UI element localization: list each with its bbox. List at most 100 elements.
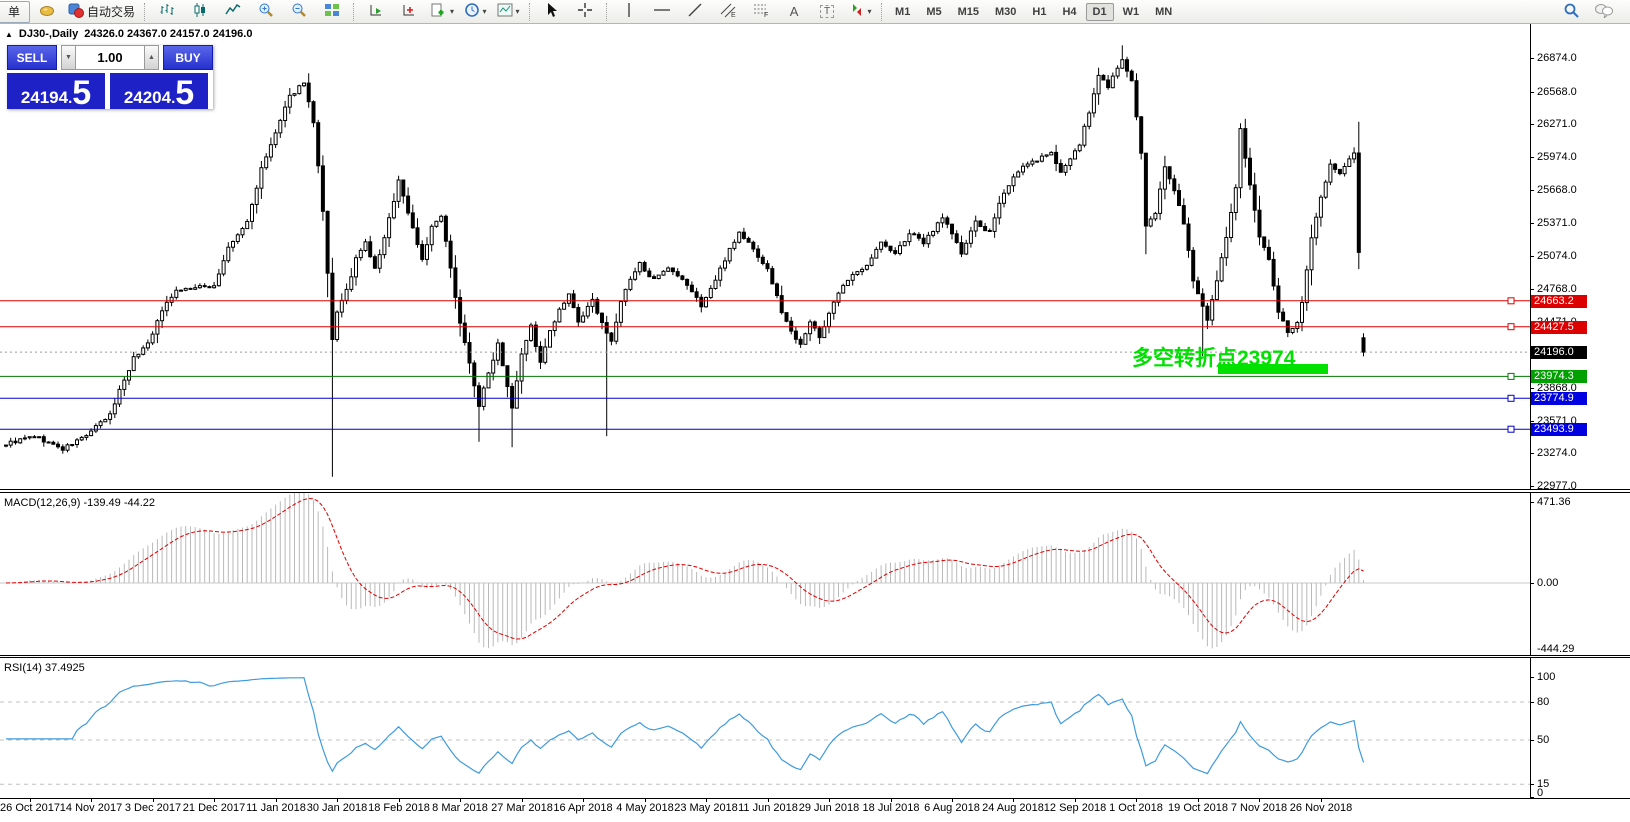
search-button[interactable] — [1555, 1, 1587, 23]
new-order-icon — [430, 2, 447, 21]
date-label: 29 Jun 2018 — [799, 802, 860, 814]
macd-chart[interactable] — [0, 493, 1530, 655]
date-label: 19 Oct 2018 — [1168, 802, 1228, 814]
price-tick-label: 26568.0 — [1537, 87, 1577, 98]
main-chart-pane[interactable]: ▲ DJ30-,Daily 24326.0 24367.0 24157.0 24… — [0, 24, 1630, 490]
price-badge: 24427.5 — [1531, 321, 1587, 334]
chat-button[interactable] — [1588, 1, 1620, 23]
date-label: 8 Mar 2018 — [432, 802, 488, 814]
bar-chart-icon — [159, 2, 175, 21]
toolbar-separator — [881, 3, 883, 21]
chevron-down-icon: ▾ — [516, 8, 520, 16]
indicator-window-up-button[interactable] — [360, 1, 392, 23]
price-badge: 23774.9 — [1531, 392, 1587, 405]
line-chart-button[interactable] — [217, 1, 249, 23]
timeframe-button-D1[interactable]: D1 — [1086, 3, 1114, 21]
timeframe-button-W1[interactable]: W1 — [1116, 3, 1147, 21]
volume-increase-button[interactable]: ▲ — [144, 45, 159, 70]
sell-price-display[interactable]: 24194.5 — [7, 73, 105, 109]
indicator-window-down-icon — [401, 2, 417, 21]
vertical-line-tool[interactable] — [613, 1, 645, 23]
bar-chart-button[interactable] — [151, 1, 183, 23]
mt4-window: 单 自动交易 ▾ ▾ ▾ — [0, 0, 1630, 822]
tile-windows-button[interactable] — [316, 1, 348, 23]
orders-button[interactable]: 单 — [0, 1, 30, 23]
rsi-label: RSI(14) 37.4925 — [4, 662, 85, 674]
candlestick-chart[interactable] — [0, 24, 1530, 489]
timeframe-button-M15[interactable]: M15 — [951, 3, 986, 21]
level-handle[interactable] — [1508, 298, 1514, 304]
date-label: 27 Mar 2018 — [491, 802, 553, 814]
text-tool[interactable]: A — [778, 1, 810, 23]
rsi-tick — [1530, 797, 1534, 798]
price-tick — [1530, 289, 1534, 290]
text-label-tool[interactable]: T — [811, 1, 843, 23]
horizontal-line-tool[interactable] — [646, 1, 678, 23]
periods-button[interactable]: ▾ — [459, 1, 491, 23]
template-icon — [497, 2, 513, 21]
price-badge: 24196.0 — [1531, 346, 1587, 359]
templates-button[interactable]: ▾ — [492, 1, 524, 23]
date-label: 23 May 2018 — [674, 802, 738, 814]
trendline-tool[interactable] — [679, 1, 711, 23]
timeframe-button-H1[interactable]: H1 — [1025, 3, 1053, 21]
timeframe-button-M1[interactable]: M1 — [888, 3, 917, 21]
new-order-button[interactable]: ▾ — [426, 1, 458, 23]
rsi-tick — [1530, 784, 1534, 785]
date-label: 3 Dec 2017 — [125, 802, 181, 814]
cursor-button[interactable] — [536, 1, 568, 23]
level-handle[interactable] — [1508, 324, 1514, 330]
price-tick — [1530, 453, 1534, 454]
fibonacci-tool[interactable]: F — [745, 1, 777, 23]
equidistant-channel-tool[interactable]: E — [712, 1, 744, 23]
sell-button[interactable]: SELL — [7, 45, 57, 70]
search-icon — [1563, 2, 1580, 22]
volume-stepper: ▼ 1.00 ▲ — [61, 45, 159, 70]
indicator-window-down-button[interactable] — [393, 1, 425, 23]
rsi-chart[interactable] — [0, 658, 1530, 798]
autotrade-button[interactable]: 自动交易 — [64, 1, 139, 23]
price-tick — [1530, 486, 1534, 487]
macd-tick-label: -444.29 — [1537, 644, 1574, 655]
price-tick-label: 25974.0 — [1537, 152, 1577, 163]
price-tick-label: 23274.0 — [1537, 448, 1577, 459]
timeframe-button-MN[interactable]: MN — [1148, 3, 1179, 21]
volume-input[interactable]: 1.00 — [76, 45, 144, 70]
volume-decrease-button[interactable]: ▼ — [61, 45, 76, 70]
chevron-down-icon: ▾ — [450, 8, 454, 16]
gold-button[interactable] — [31, 1, 63, 23]
date-label: 14 Nov 2017 — [60, 802, 122, 814]
timeframe-button-H4[interactable]: H4 — [1055, 3, 1083, 21]
level-handle[interactable] — [1508, 426, 1514, 432]
date-label: 30 Jan 2018 — [307, 802, 368, 814]
level-handle[interactable] — [1508, 373, 1514, 379]
crosshair-button[interactable] — [569, 1, 601, 23]
zoom-out-button[interactable] — [283, 1, 315, 23]
timeframe-button-M5[interactable]: M5 — [919, 3, 948, 21]
annotation-highlight-bar — [1218, 364, 1328, 374]
price-tick-label: 25371.0 — [1537, 218, 1577, 229]
buy-price-display[interactable]: 24204.5 — [110, 73, 208, 109]
rsi-tick-label: 50 — [1537, 735, 1549, 746]
arrows-tool[interactable]: ▾ — [844, 1, 876, 23]
price-tick — [1530, 190, 1534, 191]
level-handle[interactable] — [1508, 395, 1514, 401]
price-tick — [1530, 223, 1534, 224]
price-tick-label: 26874.0 — [1537, 53, 1577, 64]
price-badge: 24663.2 — [1531, 295, 1587, 308]
toolbar: 单 自动交易 ▾ ▾ ▾ — [0, 0, 1630, 24]
collapse-icon[interactable]: ▲ — [5, 30, 13, 39]
zoom-in-button[interactable] — [250, 1, 282, 23]
rsi-pane[interactable]: RSI(14) 37.4925 1008050150 — [0, 657, 1630, 799]
timeframe-button-M30[interactable]: M30 — [988, 3, 1023, 21]
candlestick-chart-button[interactable] — [184, 1, 216, 23]
date-label: 12 Sep 2018 — [1044, 802, 1106, 814]
buy-button[interactable]: BUY — [163, 45, 213, 70]
fibonacci-icon: F — [752, 2, 770, 21]
indicator-window-up-icon — [368, 2, 384, 21]
macd-pane[interactable]: MACD(12,26,9) -139.49 -44.22 471.360.00-… — [0, 492, 1630, 656]
price-tick-label: 25668.0 — [1537, 185, 1577, 196]
chevron-down-icon: ▾ — [868, 8, 872, 16]
date-label: 18 Feb 2018 — [368, 802, 430, 814]
toolbar-separator — [606, 3, 608, 21]
